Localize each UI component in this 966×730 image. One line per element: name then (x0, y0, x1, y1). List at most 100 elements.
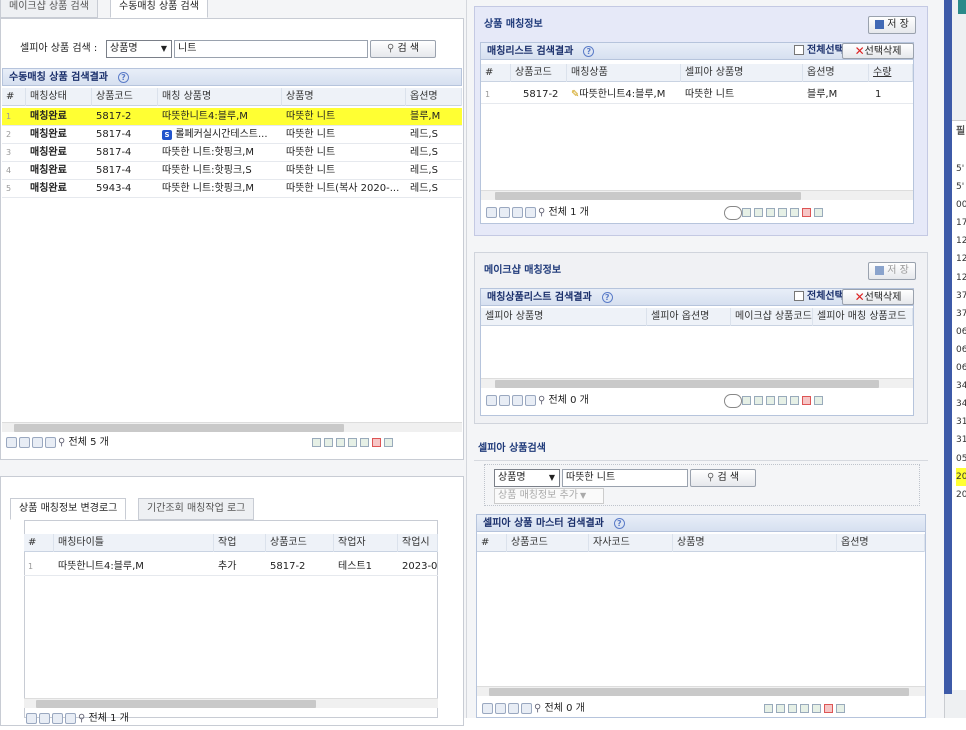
makeshop-select-all[interactable]: 전체선택 (794, 291, 844, 303)
col-code[interactable]: 상품코드 (92, 88, 158, 106)
settings-icon[interactable] (836, 704, 845, 713)
col-worker[interactable]: 작업자 (334, 534, 398, 552)
sellpia-hscroll[interactable] (477, 686, 925, 696)
save-icon[interactable] (360, 438, 369, 447)
makeshop-hscroll[interactable] (481, 378, 913, 388)
match-delete-button[interactable]: ✕선택삭제 (842, 43, 914, 59)
col-own-code[interactable]: 자사코드 (589, 534, 673, 552)
excel-icon[interactable] (324, 438, 333, 447)
last-page-icon[interactable] (65, 712, 76, 724)
help-icon[interactable]: ? (117, 71, 129, 83)
col-sellpia-name[interactable]: 셀피아 상품명 (481, 308, 647, 326)
col-makeshop-code[interactable]: 메이크샵 상품코드 (731, 308, 813, 326)
refresh-icon[interactable]: ⚲ (538, 395, 545, 406)
table-row[interactable]: 1 따뜻한니트4:블루,M 추가 5817-2 테스트1 2023-0 (24, 558, 438, 576)
log-hscroll[interactable] (24, 698, 438, 708)
help-icon[interactable]: ? (613, 517, 625, 529)
first-page-icon[interactable] (6, 436, 17, 448)
add-match-select[interactable]: 상품 매칭정보 추가 ▼ (494, 488, 604, 504)
copy-icon[interactable] (348, 438, 357, 447)
pdf-icon[interactable] (802, 208, 811, 217)
prev-page-icon[interactable] (499, 394, 510, 406)
search-type-select[interactable]: 상품명 ▼ (106, 40, 172, 58)
export-icon[interactable] (766, 208, 775, 217)
col-status[interactable]: 매칭상태 (26, 88, 92, 106)
col-title[interactable]: 매칭타이틀 (54, 534, 214, 552)
table-row[interactable]: 5 매칭완료 5943-4 따뜻한 니트:핫핑크,M 따뜻한 니트(복사 202… (2, 180, 462, 198)
col-sellpia-match-code[interactable]: 셀피아 매칭 상품코드 (813, 308, 913, 326)
makeshop-delete-button[interactable]: ✕선택삭제 (842, 289, 914, 305)
col-qty[interactable]: 수량 (869, 64, 913, 82)
col-code[interactable]: 상품코드 (507, 534, 589, 552)
excel-icon[interactable] (776, 704, 785, 713)
row-qty[interactable]: 1 (871, 86, 913, 104)
first-page-icon[interactable] (486, 206, 497, 218)
refresh-icon[interactable]: ⚲ (78, 713, 85, 724)
prev-page-icon[interactable] (39, 712, 50, 724)
last-page-icon[interactable] (525, 206, 536, 218)
export-icon[interactable] (336, 438, 345, 447)
first-page-icon[interactable] (26, 712, 37, 724)
next-page-icon[interactable] (32, 436, 43, 448)
grid-tools[interactable] (312, 432, 396, 454)
sellpia-search-input[interactable]: 따뜻한 니트 (562, 469, 688, 487)
makeshop-save-button[interactable]: 저 장 (868, 262, 916, 280)
copy-icon[interactable] (800, 704, 809, 713)
excel-icon[interactable] (754, 396, 763, 405)
grid-tools[interactable] (724, 390, 826, 412)
table-row[interactable]: 1 5817-2 ✎따뜻한니트4:블루,M 따뜻한 니트 블루,M 1 (481, 86, 913, 104)
help-icon[interactable]: ? (583, 45, 595, 57)
col-product-name[interactable]: 상품명 (282, 88, 406, 106)
table-row[interactable]: 1 매칭완료 5817-2 따뜻한니트4:블루,M 따뜻한 니트 블루,M (2, 108, 462, 126)
toggle-icon[interactable] (724, 205, 742, 220)
manual-hscroll[interactable] (2, 422, 462, 432)
match-hscroll[interactable] (481, 190, 913, 200)
prev-page-icon[interactable] (495, 702, 506, 714)
settings-icon[interactable] (814, 396, 823, 405)
pdf-icon[interactable] (824, 704, 833, 713)
next-page-icon[interactable] (52, 712, 63, 724)
search-button[interactable]: ⚲ 검 색 (370, 40, 436, 58)
settings-icon[interactable] (384, 438, 393, 447)
pdf-icon[interactable] (802, 396, 811, 405)
save-icon[interactable] (812, 704, 821, 713)
first-page-icon[interactable] (486, 394, 497, 406)
prev-page-icon[interactable] (19, 436, 30, 448)
refresh-icon[interactable]: ⚲ (58, 437, 65, 448)
scroll-thumb[interactable] (495, 192, 801, 200)
col-time[interactable]: 작업시 (398, 534, 438, 552)
scroll-thumb[interactable] (36, 700, 316, 708)
last-page-icon[interactable] (45, 436, 56, 448)
first-page-icon[interactable] (482, 702, 493, 714)
prev-page-icon[interactable] (499, 206, 510, 218)
search-input[interactable]: 니트 (174, 40, 368, 58)
excel-icon[interactable] (754, 208, 763, 217)
tab-period-log[interactable]: 기간조회 매칭작업 로그 (138, 498, 255, 520)
table-row[interactable]: 4 매칭완료 5817-4 따뜻한 니트:핫핑크,S 따뜻한 니트 레드,S (2, 162, 462, 180)
refresh-icon[interactable]: ⚲ (538, 207, 545, 218)
col-sellpia-option[interactable]: 셀피아 옵션명 (647, 308, 731, 326)
col-code[interactable]: 상품코드 (511, 64, 567, 82)
toggle-icon[interactable] (724, 393, 742, 408)
last-page-icon[interactable] (521, 702, 532, 714)
tab-makeshop-search[interactable]: 메이크샵 상품 검색 (0, 0, 98, 18)
sellpia-search-button[interactable]: ⚲ 검 색 (690, 469, 756, 487)
sellpia-search-type-select[interactable]: 상품명 ▼ (494, 469, 560, 487)
col-work[interactable]: 작업 (214, 534, 266, 552)
col-option[interactable]: 옵션명 (406, 88, 462, 106)
col-match-product[interactable]: 매칭상품 (567, 64, 681, 82)
pdf-icon[interactable] (372, 438, 381, 447)
save-icon[interactable] (790, 208, 799, 217)
next-page-icon[interactable] (512, 206, 523, 218)
table-row[interactable]: 2 매칭완료 5817-4 S 롤페커실시간테스트... 따뜻한 니트 레드,S (2, 126, 462, 144)
grid-tools[interactable] (724, 202, 826, 224)
tab-change-log[interactable]: 상품 매칭정보 변경로그 (10, 498, 127, 520)
save-icon[interactable] (790, 396, 799, 405)
col-match-name[interactable]: 매칭 상품명 (158, 88, 282, 106)
scroll-thumb[interactable] (14, 424, 344, 432)
export-icon[interactable] (788, 704, 797, 713)
copy-icon[interactable] (778, 396, 787, 405)
grid-tools[interactable] (764, 698, 848, 720)
print-icon[interactable] (312, 438, 321, 447)
next-page-icon[interactable] (508, 702, 519, 714)
